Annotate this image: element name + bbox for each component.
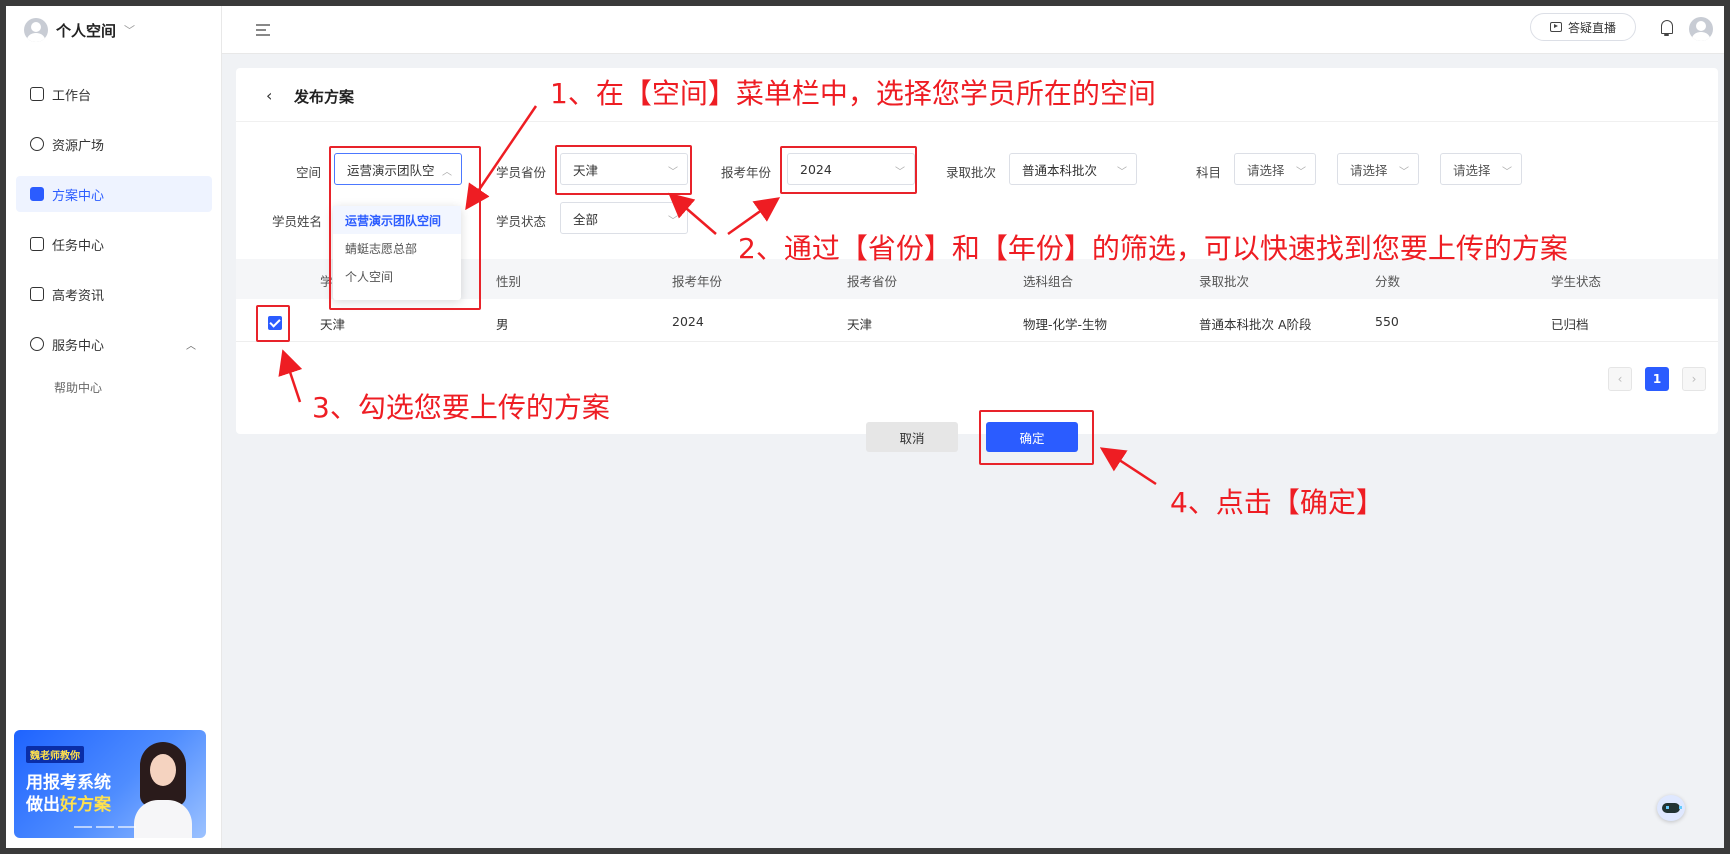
sidebar-item-label: 任务中心 — [52, 238, 105, 254]
cell-score: 550 — [1375, 314, 1399, 329]
promo-tag: 魏老师教你 — [26, 746, 84, 763]
cell-province: 天津 — [847, 317, 873, 332]
promo-person-image — [134, 742, 192, 838]
cell-status: 已归档 — [1551, 317, 1589, 332]
document-icon — [30, 287, 44, 301]
sidebar-item-help[interactable]: 帮助中心 — [16, 372, 212, 402]
space-name: 个人空间 — [56, 21, 117, 40]
promo-banner[interactable]: 魏老师教你 用报考系统 做出好方案 — [14, 730, 206, 838]
sidebar-item-label: 高考资讯 — [52, 288, 105, 304]
subject-select-1-placeholder: 请选择 — [1247, 162, 1285, 178]
topbar: 答疑直播 — [222, 6, 1724, 54]
annotation-box-province — [555, 145, 692, 195]
batch-select[interactable]: 普通本科批次 ﹀ — [1009, 153, 1137, 185]
student-status-label: 学员状态 — [496, 214, 547, 229]
chevron-down-icon: ﹀ — [1117, 167, 1127, 178]
chevron-down-icon: ﹀ — [1502, 167, 1512, 178]
year-label: 报考年份 — [721, 165, 772, 180]
page-1-button[interactable]: 1 — [1645, 367, 1669, 391]
promo-line-2: 做出好方案 — [26, 790, 111, 815]
annotation-step-3: 3、勾选您要上传的方案 — [312, 391, 610, 424]
batch-select-value: 普通本科批次 — [1022, 162, 1098, 178]
annotation-step-2: 2、通过【省份】和【年份】的筛选，可以快速找到您要上传的方案 — [738, 232, 1568, 265]
student-name-label: 学员姓名 — [272, 214, 323, 229]
sidebar-item-plans[interactable]: 方案中心 — [16, 176, 212, 212]
live-qa-label: 答疑直播 — [1567, 20, 1616, 35]
cell-year: 2024 — [672, 314, 704, 329]
subject-select-1[interactable]: 请选择 ﹀ — [1234, 153, 1316, 185]
th-year: 报考年份 — [672, 274, 723, 289]
menu-collapse-icon[interactable] — [256, 24, 270, 36]
sidebar-item-tasks[interactable]: 任务中心 — [16, 226, 212, 262]
sidebar-item-label: 方案中心 — [52, 188, 105, 204]
promo-line-2a: 做出 — [26, 795, 60, 815]
book-icon — [30, 187, 44, 201]
sidebar-item-label: 工作台 — [52, 88, 92, 104]
sidebar-item-service[interactable]: 服务中心 ︿ — [16, 326, 212, 362]
province-label: 学员省份 — [496, 165, 547, 180]
assistant-bot-icon[interactable] — [1657, 795, 1685, 821]
subject-select-2[interactable]: 请选择 ﹀ — [1337, 153, 1419, 185]
bell-icon[interactable] — [1658, 18, 1676, 38]
subject-select-2-placeholder: 请选择 — [1350, 162, 1388, 178]
sidebar: 个人空间 ﹀ 工作台 资源广场 方案中心 任务中心 高考资讯 服务中心 ︿ 帮助… — [6, 6, 222, 848]
sidebar-item-label: 资源广场 — [52, 138, 105, 154]
student-status-select[interactable]: 全部 ﹀ — [560, 202, 688, 234]
live-qa-button[interactable]: 答疑直播 — [1530, 13, 1636, 41]
next-page-button[interactable]: › — [1682, 367, 1706, 391]
th-combo: 选科组合 — [1023, 274, 1074, 289]
space-switcher[interactable]: 个人空间 ﹀ — [24, 16, 135, 44]
user-avatar[interactable] — [1689, 17, 1713, 41]
page-title: 发布方案 — [294, 88, 355, 106]
th-score: 分数 — [1375, 274, 1401, 289]
sidebar-item-resources[interactable]: 资源广场 — [16, 126, 212, 162]
th-batch: 录取批次 — [1199, 274, 1250, 289]
subject-select-3[interactable]: 请选择 ﹀ — [1440, 153, 1522, 185]
student-status-value: 全部 — [573, 211, 599, 227]
monitor-icon — [30, 87, 44, 101]
sidebar-item-news[interactable]: 高考资讯 — [16, 276, 212, 312]
sidebar-item-workbench[interactable]: 工作台 — [16, 76, 212, 112]
subject-label: 科目 — [1196, 165, 1222, 180]
promo-carousel-dots — [74, 826, 136, 828]
batch-label: 录取批次 — [946, 165, 997, 180]
th-status: 学生状态 — [1551, 274, 1602, 289]
th-province: 报考省份 — [847, 274, 898, 289]
chevron-down-icon: ﹀ — [124, 24, 136, 37]
th-gender: 性别 — [496, 274, 522, 289]
annotation-box-confirm — [979, 410, 1094, 465]
promo-line-2b: 好方案 — [60, 795, 111, 815]
cell-gender: 男 — [496, 317, 509, 332]
sidebar-item-label: 服务中心 — [52, 338, 105, 354]
avatar — [24, 18, 48, 42]
chevron-down-icon: ﹀ — [1399, 167, 1409, 178]
hexagon-icon — [30, 137, 44, 151]
back-arrow-icon[interactable]: ‹ — [266, 86, 272, 105]
chevron-down-icon: ﹀ — [668, 216, 678, 227]
prev-page-button[interactable]: ‹ — [1608, 367, 1632, 391]
annotation-box-checkbox — [256, 305, 290, 342]
sidebar-nav: 工作台 资源广场 方案中心 任务中心 高考资讯 服务中心 ︿ 帮助中心 — [16, 76, 212, 402]
cell-combo: 物理-化学-生物 — [1023, 317, 1108, 332]
annotation-step-4: 4、点击【确定】 — [1170, 486, 1384, 519]
checklist-icon — [30, 237, 44, 251]
chevron-down-icon: ﹀ — [1296, 167, 1306, 178]
annotation-box-space — [329, 146, 481, 310]
cell-batch: 普通本科批次 A阶段 — [1199, 317, 1312, 332]
smile-icon — [30, 337, 44, 351]
chevron-up-icon: ︿ — [186, 340, 196, 352]
cancel-button[interactable]: 取消 — [866, 422, 958, 452]
annotation-step-1: 1、在【空间】菜单栏中，选择您学员所在的空间 — [550, 77, 1156, 110]
subject-select-3-placeholder: 请选择 — [1453, 162, 1491, 178]
video-icon — [1549, 22, 1562, 32]
space-label: 空间 — [296, 165, 322, 180]
annotation-box-year — [780, 146, 917, 194]
cell-name: 天津 — [320, 317, 346, 332]
